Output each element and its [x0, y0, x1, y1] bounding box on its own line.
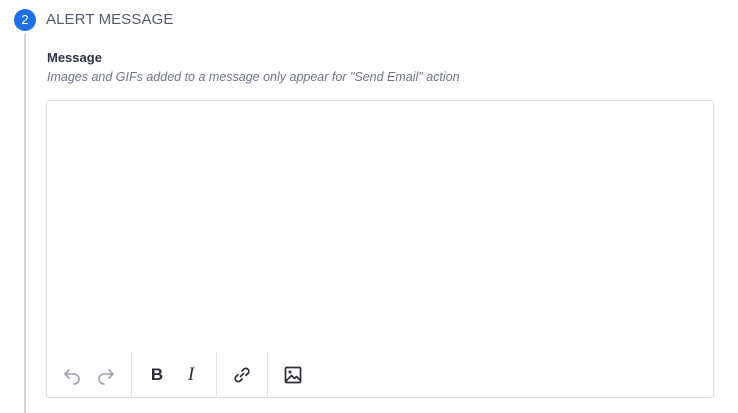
image-icon: [284, 366, 302, 384]
link-icon: [234, 367, 250, 383]
italic-icon: I: [187, 364, 195, 385]
redo-button[interactable]: [89, 358, 123, 392]
undo-icon: [64, 369, 80, 385]
message-hint: Images and GIFs added to a message only …: [47, 70, 460, 84]
message-text-area[interactable]: [47, 101, 713, 349]
step-title: ALERT MESSAGE: [46, 11, 174, 28]
italic-button[interactable]: I: [174, 358, 208, 392]
undo-button[interactable]: [55, 358, 89, 392]
history-group: [47, 352, 132, 398]
message-editor: B I: [46, 100, 714, 398]
format-group: B I: [132, 352, 217, 398]
bold-icon: B: [150, 365, 164, 384]
alert-message-step: 2 ALERT MESSAGE Message Images and GIFs …: [0, 0, 738, 413]
editor-toolbar: B I: [47, 352, 318, 398]
step-number-badge: 2: [14, 9, 36, 31]
insert-image-button[interactable]: [276, 358, 310, 392]
redo-icon: [98, 369, 114, 385]
link-group: [217, 352, 268, 398]
insert-link-button[interactable]: [225, 358, 259, 392]
message-label: Message: [47, 50, 102, 65]
bold-button[interactable]: B: [140, 358, 174, 392]
step-rail: [24, 34, 26, 413]
media-group: [268, 352, 318, 398]
